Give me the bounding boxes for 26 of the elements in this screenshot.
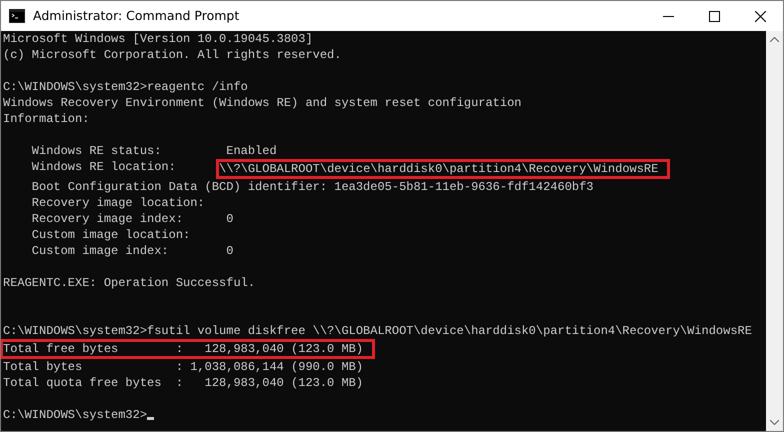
- scrollbar[interactable]: [766, 31, 783, 431]
- console-text: C:\WINDOWS\system32>fsutil volume diskfree \\?\GLOBALROOT\device\harddisk0\partition4\Recovery\WindowsRE: [3, 324, 752, 338]
- console-text: Windows RE location:: [30, 160, 177, 174]
- console-text: Total bytes : 1,038,086,144 (990.0 MB): [3, 360, 364, 374]
- console-app-icon: [9, 9, 25, 23]
- console-text: Boot Configuration Data (BCD) identifier: 1ea3de05-5b81-11eb-9636-fdf142460bf3: [30, 180, 594, 194]
- highlighted-text: \\?\GLOBALROOT\device\harddisk0\partition4\Recovery\WindowsRE: [216, 159, 670, 179]
- maximize-icon: [708, 10, 720, 22]
- console-text: Microsoft Windows [Version 10.0.19045.3803]: [3, 32, 313, 46]
- console-text: Windows Recovery Environment (Windows RE) and system reset configuration: [3, 96, 522, 110]
- console-text: Total quota free bytes : 128,983,040 (123.0 MB): [3, 376, 364, 390]
- console-text: Recovery image index: 0: [30, 212, 234, 226]
- command-prompt: C:\WINDOWS\system32>: [3, 408, 148, 422]
- console-text: C:\WINDOWS\system32>reagentc /info: [3, 80, 248, 94]
- console-text: REAGENTC.EXE: Operation Successful.: [3, 276, 256, 290]
- console-text: (c) Microsoft Corporation. All rights reserved.: [3, 48, 342, 62]
- console-text: Recovery image location:: [30, 196, 205, 210]
- close-icon: [754, 10, 766, 22]
- console-text: Information:: [3, 112, 90, 126]
- console-text: Custom image location:: [30, 228, 190, 242]
- window-title: Administrator: Command Prompt: [33, 6, 240, 25]
- scroll-down-icon[interactable]: [770, 420, 779, 425]
- scroll-up-icon[interactable]: [770, 37, 779, 42]
- highlighted-text: Total free bytes : 128,983,040 (123.0 MB): [1, 339, 376, 359]
- console-text: Windows RE status: Enabled: [30, 144, 277, 158]
- console-text: Custom image index: 0: [30, 244, 234, 258]
